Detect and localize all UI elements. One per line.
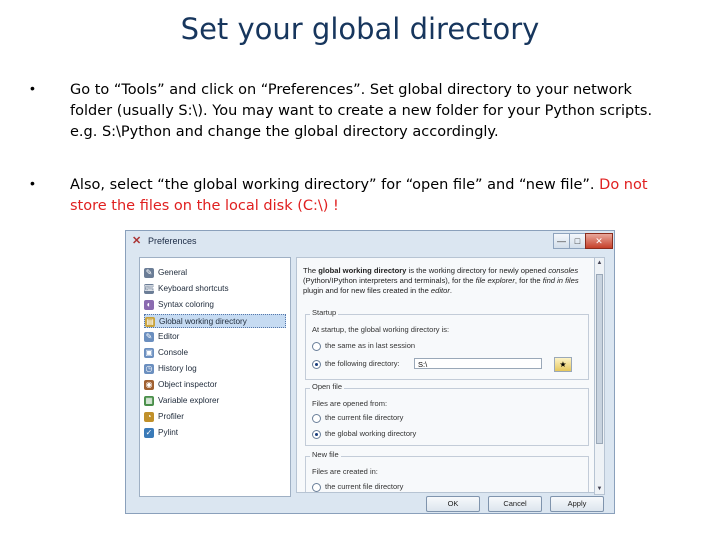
- desc-part: , for the: [514, 276, 543, 285]
- spyder-icon: ✕: [132, 235, 142, 247]
- sidebar-item[interactable]: ▤ Global working directory: [144, 314, 286, 328]
- minimize-button[interactable]: —: [553, 233, 570, 249]
- settings-panel: The global working directory is the work…: [296, 257, 596, 493]
- editor-icon: ✎: [144, 331, 154, 342]
- radio-circle: [312, 359, 321, 369]
- preferences-dialog: ✕ Preferences — □ ✕ ✎ General ⌨ Keyboard sh…: [125, 230, 615, 514]
- new-file-group: New file Files are created in: the curre…: [305, 450, 589, 492]
- console-icon: ▣: [144, 347, 154, 358]
- scroll-thumb[interactable]: [596, 274, 603, 444]
- radio-circle: [312, 429, 321, 439]
- open-file-group: Open file Files are opened from: the cur…: [305, 382, 589, 446]
- keyboard-icon: ⌨: [144, 283, 156, 294]
- sidebar-item[interactable]: ◉ Object inspector: [144, 378, 286, 392]
- sidebar-item[interactable]: ▣ Console: [144, 346, 286, 360]
- panel-scrollbar[interactable]: ▲ ▼: [594, 257, 605, 495]
- dialog-title: Preferences: [148, 236, 197, 246]
- radio-open-current[interactable]: the current file directory: [312, 413, 403, 423]
- directory-input[interactable]: S:\: [414, 358, 542, 369]
- scroll-up-icon[interactable]: ▲: [595, 258, 604, 268]
- inspector-icon: ◉: [144, 379, 154, 390]
- sidebar-item[interactable]: ⌨ Keyboard shortcuts: [144, 282, 286, 296]
- sidebar-item-label: Profiler: [158, 412, 184, 421]
- sidebar-item[interactable]: ▦ Variable explorer: [144, 394, 286, 408]
- radio-circle: [312, 413, 321, 423]
- desc-part: editor: [430, 286, 450, 295]
- group-title: Startup: [310, 308, 339, 317]
- folder-icon: ▤: [145, 316, 155, 327]
- history-icon: ◷: [144, 363, 154, 374]
- sidebar-item-label: Keyboard shortcuts: [158, 284, 229, 293]
- radio-following-directory[interactable]: the following directory:: [312, 359, 400, 369]
- slide-title: Set your global directory: [180, 12, 540, 46]
- bullet-text: Go to “Tools” and click on “Preferences”…: [70, 82, 653, 140]
- sidebar-item-label: Editor: [158, 332, 180, 341]
- group-title: Open file: [310, 382, 345, 391]
- startup-group: Startup At startup, the global working d…: [305, 308, 589, 380]
- bullet-marker: •: [30, 80, 35, 96]
- pylint-icon: ✓: [144, 427, 154, 438]
- group-label: Files are created in:: [312, 467, 378, 476]
- sidebar-item-label: Pylint: [158, 428, 179, 437]
- bullet-text: Also, select “the global working directo…: [70, 175, 670, 217]
- radio-label: the current file directory: [325, 413, 404, 422]
- desc-part: global working directory: [318, 266, 407, 275]
- sidebar-item[interactable]: ✎ General: [144, 266, 286, 280]
- sidebar-item-label: Console: [158, 348, 189, 357]
- variable-icon: ▦: [144, 395, 154, 406]
- preferences-sidebar: ✎ General ⌨ Keyboard shortcuts ◐ Syntax color…: [139, 257, 291, 497]
- desc-part: plugin and for new files created in the: [303, 286, 431, 295]
- desc-part: consoles: [548, 266, 579, 275]
- group-label: At startup, the global working directory…: [312, 325, 450, 334]
- sidebar-item-label: Object inspector: [158, 380, 218, 389]
- sidebar-item[interactable]: ✎ Editor: [144, 330, 286, 344]
- desc-part: (Python/IPython interpreters and termina…: [303, 276, 476, 285]
- sidebar-item[interactable]: ◷ History log: [144, 362, 286, 376]
- sidebar-item-label: History log: [158, 364, 197, 373]
- sidebar-item[interactable]: ✓ Pylint: [144, 426, 286, 440]
- close-button[interactable]: ✕: [585, 233, 613, 249]
- profiler-icon: ◔: [144, 411, 154, 422]
- sidebar-item-label: Variable explorer: [158, 396, 220, 405]
- desc-part: .: [449, 286, 453, 295]
- desc-part: The: [303, 266, 319, 275]
- description-text: The global working directory is the work…: [303, 266, 587, 296]
- palette-icon: ◐: [144, 299, 154, 310]
- sidebar-item-label: General: [158, 268, 188, 277]
- wrench-icon: ✎: [144, 267, 154, 278]
- scroll-down-icon[interactable]: ▼: [595, 484, 604, 494]
- radio-last-session[interactable]: the same as in last session: [312, 341, 415, 351]
- group-title: New file: [310, 450, 341, 459]
- maximize-button[interactable]: □: [569, 233, 586, 249]
- sidebar-item[interactable]: ◐ Syntax coloring: [144, 298, 286, 312]
- radio-open-global[interactable]: the global working directory: [312, 429, 416, 439]
- radio-circle: [312, 341, 321, 351]
- desc-part: find in files: [542, 276, 579, 285]
- cancel-button[interactable]: Cancel: [488, 496, 542, 512]
- folder-open-icon[interactable]: ★: [554, 357, 572, 372]
- bullet-text-main: Also, select “the global working directo…: [70, 177, 600, 193]
- bullet-marker: •: [30, 175, 35, 191]
- group-label: Files are opened from:: [312, 399, 388, 408]
- radio-label: the following directory:: [325, 359, 400, 368]
- desc-part: is the working directory for newly opene…: [406, 266, 549, 275]
- apply-button[interactable]: Apply: [550, 496, 604, 512]
- radio-new-current[interactable]: the current file directory: [312, 482, 403, 492]
- radio-label: the same as in last session: [325, 341, 416, 350]
- ok-button[interactable]: OK: [426, 496, 480, 512]
- radio-label: the global working directory: [325, 429, 417, 438]
- radio-label: the current file directory: [325, 482, 404, 491]
- dialog-titlebar: ✕ Preferences — □ ✕: [126, 231, 614, 253]
- desc-part: file explorer: [475, 276, 515, 285]
- sidebar-item-label: Syntax coloring: [158, 300, 214, 309]
- radio-circle: [312, 482, 321, 492]
- sidebar-item[interactable]: ◔ Profiler: [144, 410, 286, 424]
- sidebar-item-label: Global working directory: [159, 317, 247, 326]
